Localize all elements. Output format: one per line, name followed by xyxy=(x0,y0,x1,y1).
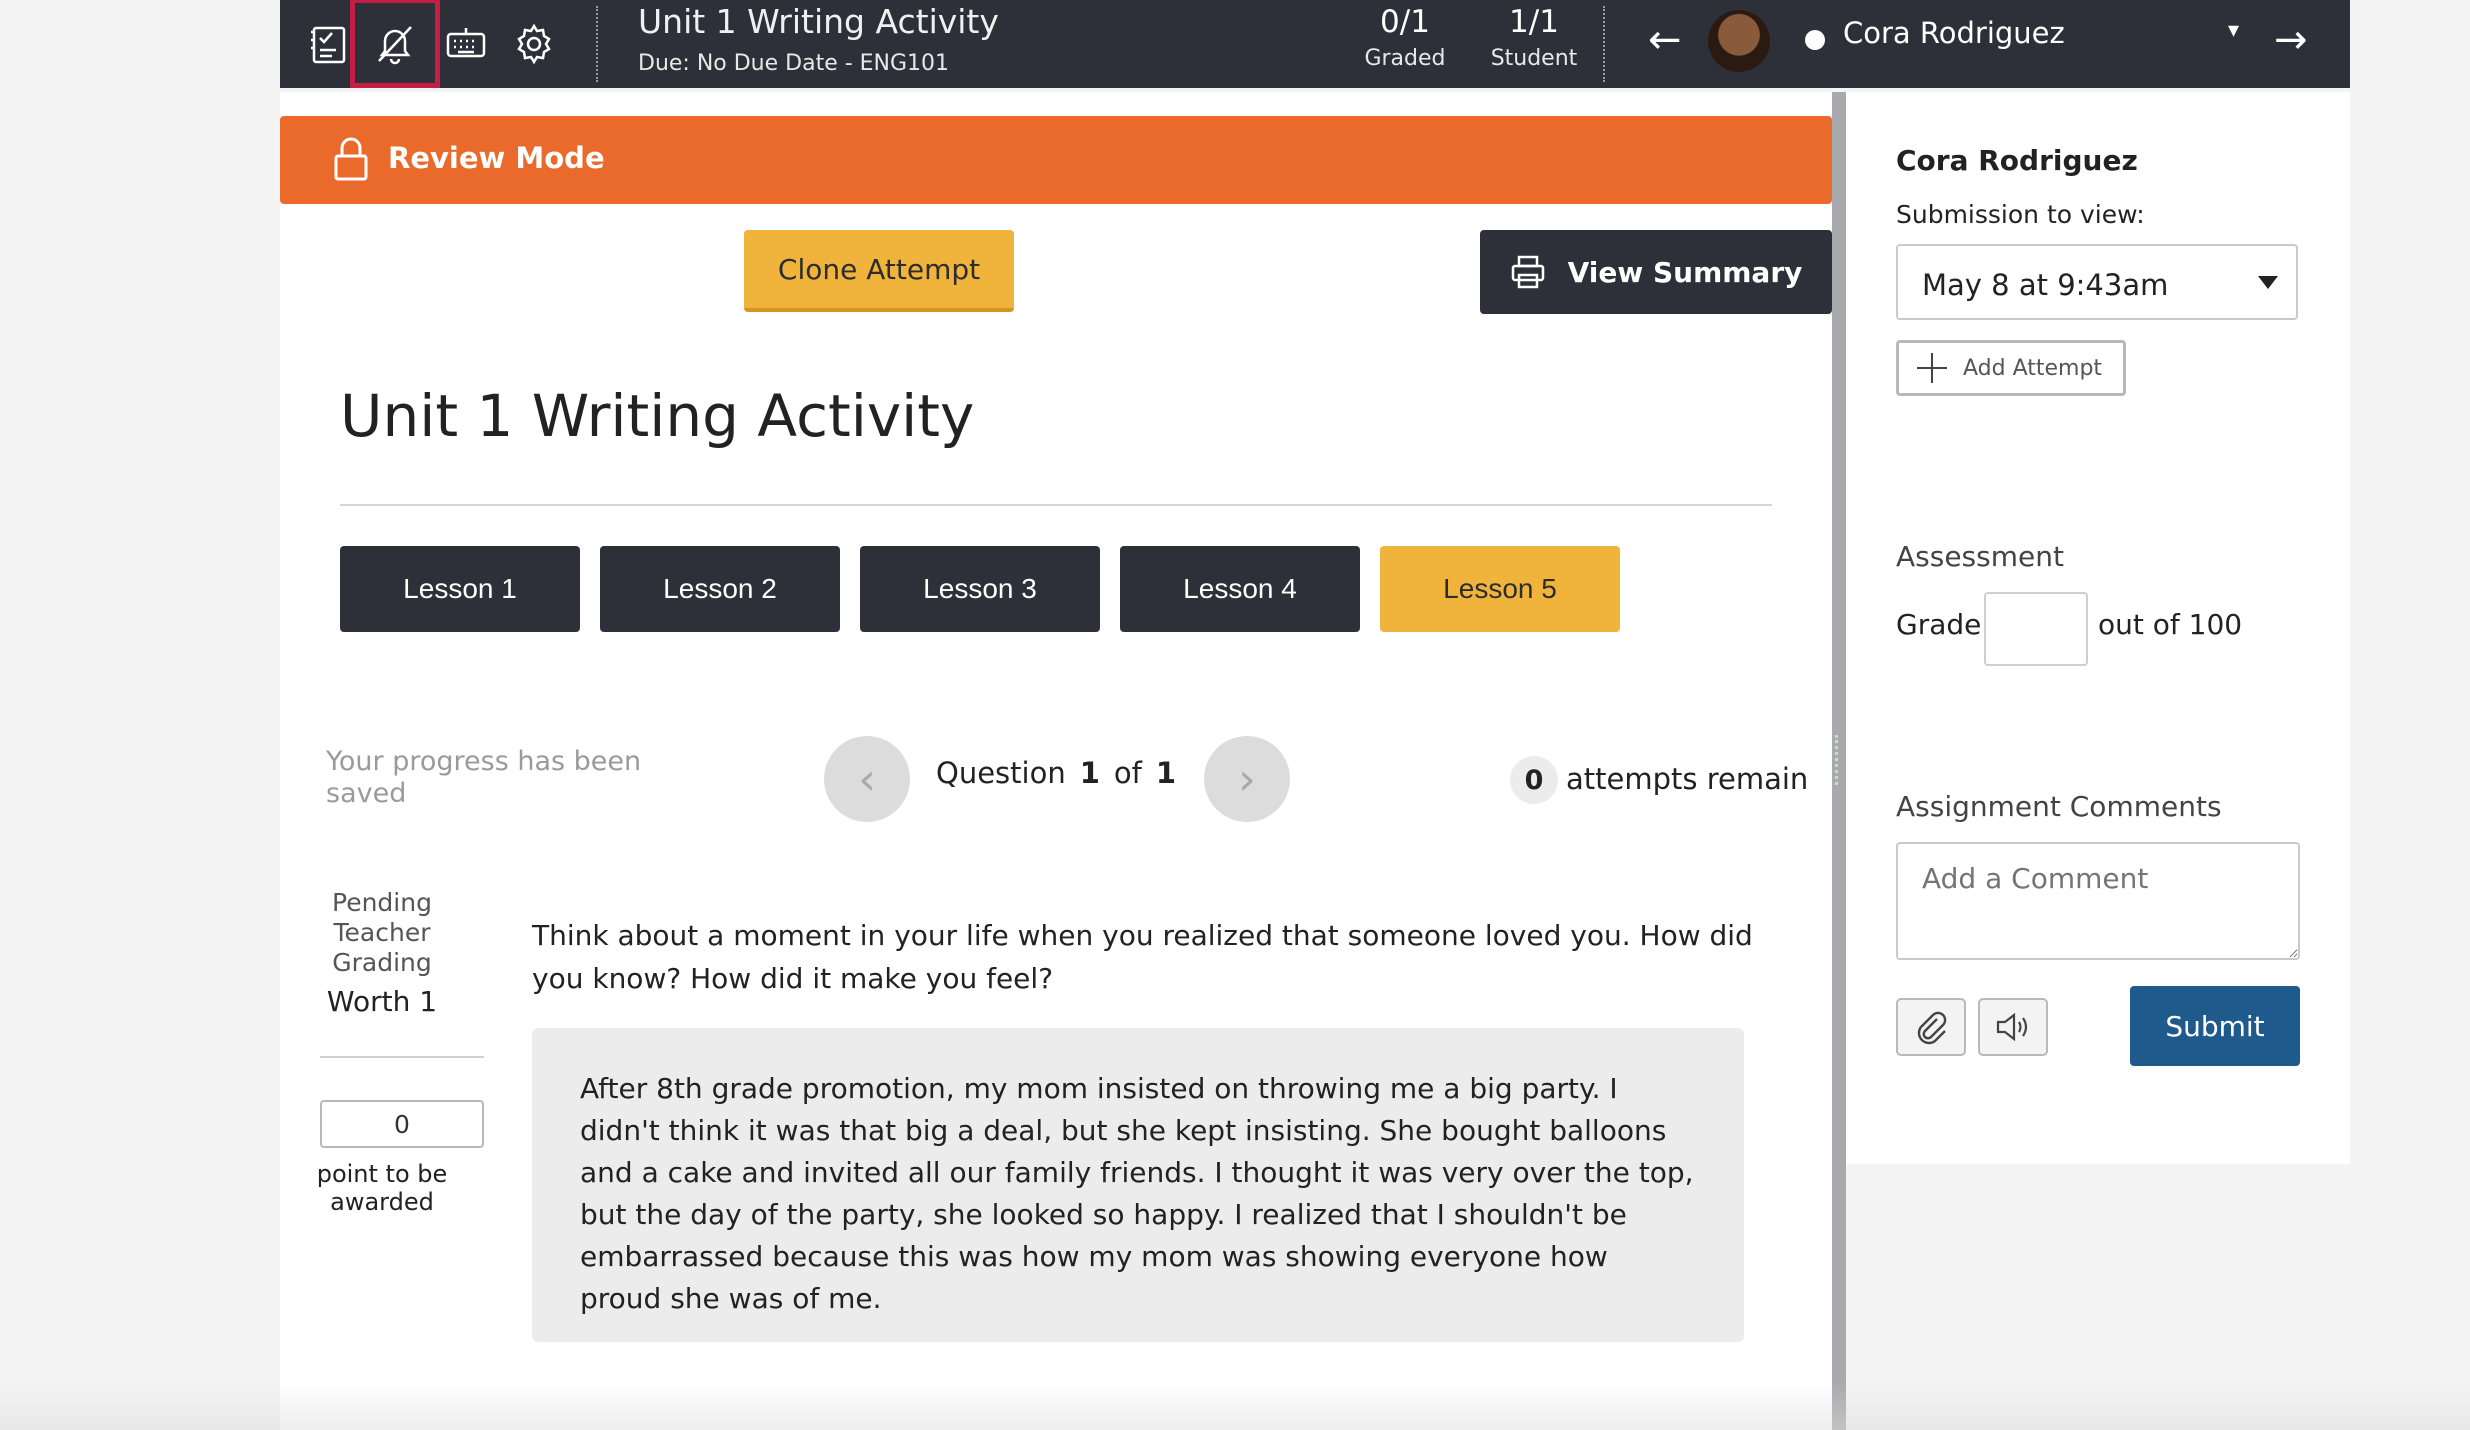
activity-title: Unit 1 Writing Activity xyxy=(340,382,975,450)
assessment-heading: Assessment xyxy=(1896,540,2064,573)
attempts-label: attempts remain xyxy=(1566,762,1809,796)
lesson-1-button[interactable]: Lesson 1 xyxy=(340,546,580,632)
submission-select[interactable]: May 8 at 9:43am xyxy=(1896,244,2298,320)
grading-panel: Cora Rodriguez Submission to view: May 8… xyxy=(1846,92,2350,1164)
paperclip-icon xyxy=(1917,1011,1947,1045)
title-divider xyxy=(340,504,1772,506)
resize-handle[interactable] xyxy=(1835,735,1846,785)
chevron-left-icon: ‹ xyxy=(858,753,876,805)
points-input[interactable] xyxy=(320,1100,484,1148)
audio-comment-button[interactable] xyxy=(1978,998,2048,1056)
previous-question-button[interactable]: ‹ xyxy=(824,736,910,822)
view-summary-label: View Summary xyxy=(1567,255,1803,289)
graded-count: 0/1 xyxy=(1380,4,1430,40)
lesson-5-button[interactable]: Lesson 5 xyxy=(1380,546,1620,632)
submission-selected: May 8 at 9:43am xyxy=(1922,268,2169,302)
grading-status: Pending Teacher Grading xyxy=(332,888,432,977)
attach-file-button[interactable] xyxy=(1896,998,1966,1056)
panel-student-name: Cora Rodriguez xyxy=(1896,144,2138,177)
graded-stat: 0/1 Graded xyxy=(1350,4,1460,71)
printer-icon xyxy=(1511,255,1544,289)
lesson-4-button[interactable]: Lesson 4 xyxy=(1120,546,1360,632)
score-divider xyxy=(320,1056,484,1058)
next-question-button[interactable]: › xyxy=(1204,736,1290,822)
submission-label: Submission to view: xyxy=(1896,200,2145,229)
keyboard-icon[interactable] xyxy=(438,16,494,72)
view-summary-button[interactable]: View Summary xyxy=(1480,230,1832,314)
question-total: 1 xyxy=(1155,756,1177,790)
checklist-icon[interactable] xyxy=(302,16,358,72)
review-mode-banner: Review Mode xyxy=(280,116,1832,204)
lesson-2-button[interactable]: Lesson 2 xyxy=(600,546,840,632)
due-date: Due: No Due Date - ENG101 xyxy=(638,51,950,76)
question-of: of xyxy=(1113,756,1142,790)
clone-attempt-button[interactable]: Clone Attempt xyxy=(744,230,1014,312)
graded-label: Graded xyxy=(1364,46,1446,71)
attempts-count: 0 xyxy=(1510,756,1558,804)
student-label: Student xyxy=(1490,46,1578,71)
previous-student-arrow-icon[interactable]: ← xyxy=(1648,20,1682,60)
comment-textarea[interactable] xyxy=(1896,842,2300,960)
chevron-right-icon: › xyxy=(1238,753,1256,805)
progress-saved-text: Your progress has been saved xyxy=(326,746,642,809)
student-selector[interactable]: Cora Rodriguez xyxy=(1843,16,2065,50)
grade-label: Grade xyxy=(1896,608,1982,641)
main-content: Review Mode Clone Attempt View Summary U… xyxy=(280,92,1832,1430)
grade-out-of: out of 100 xyxy=(2098,608,2243,641)
grade-input[interactable] xyxy=(1984,592,2088,666)
comments-heading: Assignment Comments xyxy=(1896,790,2222,823)
lock-icon xyxy=(334,137,368,181)
toolbar-divider xyxy=(1603,6,1605,82)
question-current: 1 xyxy=(1079,756,1100,790)
student-answer: After 8th grade promotion, my mom insist… xyxy=(532,1028,1744,1342)
add-attempt-label: Add Attempt xyxy=(1963,355,2103,381)
chevron-down-icon[interactable]: ▾ xyxy=(2228,18,2239,43)
plus-icon xyxy=(1917,353,1947,383)
lesson-3-button[interactable]: Lesson 3 xyxy=(860,546,1100,632)
toolbar-divider xyxy=(596,6,598,82)
student-count: 1/1 xyxy=(1509,4,1559,40)
next-student-arrow-icon[interactable]: → xyxy=(2274,20,2308,60)
points-label: point to be awarded xyxy=(316,1160,448,1216)
speaker-icon xyxy=(1996,1012,2028,1042)
question-worth: Worth 1 xyxy=(326,985,438,1018)
top-toolbar: Unit 1 Writing Activity Due: No Due Date… xyxy=(280,0,2350,88)
student-stat: 1/1 Student xyxy=(1474,4,1594,71)
bell-off-icon[interactable] xyxy=(350,0,440,88)
status-dot xyxy=(1805,30,1825,50)
submit-button[interactable]: Submit xyxy=(2130,986,2300,1066)
question-label: Question xyxy=(936,756,1066,790)
review-mode-label: Review Mode xyxy=(388,141,605,175)
assignment-title: Unit 1 Writing Activity xyxy=(638,2,999,41)
question-counter: Question 1 of 1 xyxy=(936,756,1190,790)
add-attempt-button[interactable]: Add Attempt xyxy=(1896,340,2126,396)
chevron-down-icon xyxy=(2258,276,2278,289)
question-prompt: Think about a moment in your life when y… xyxy=(532,919,1753,995)
gear-icon[interactable] xyxy=(506,16,562,72)
student-avatar xyxy=(1708,10,1770,72)
